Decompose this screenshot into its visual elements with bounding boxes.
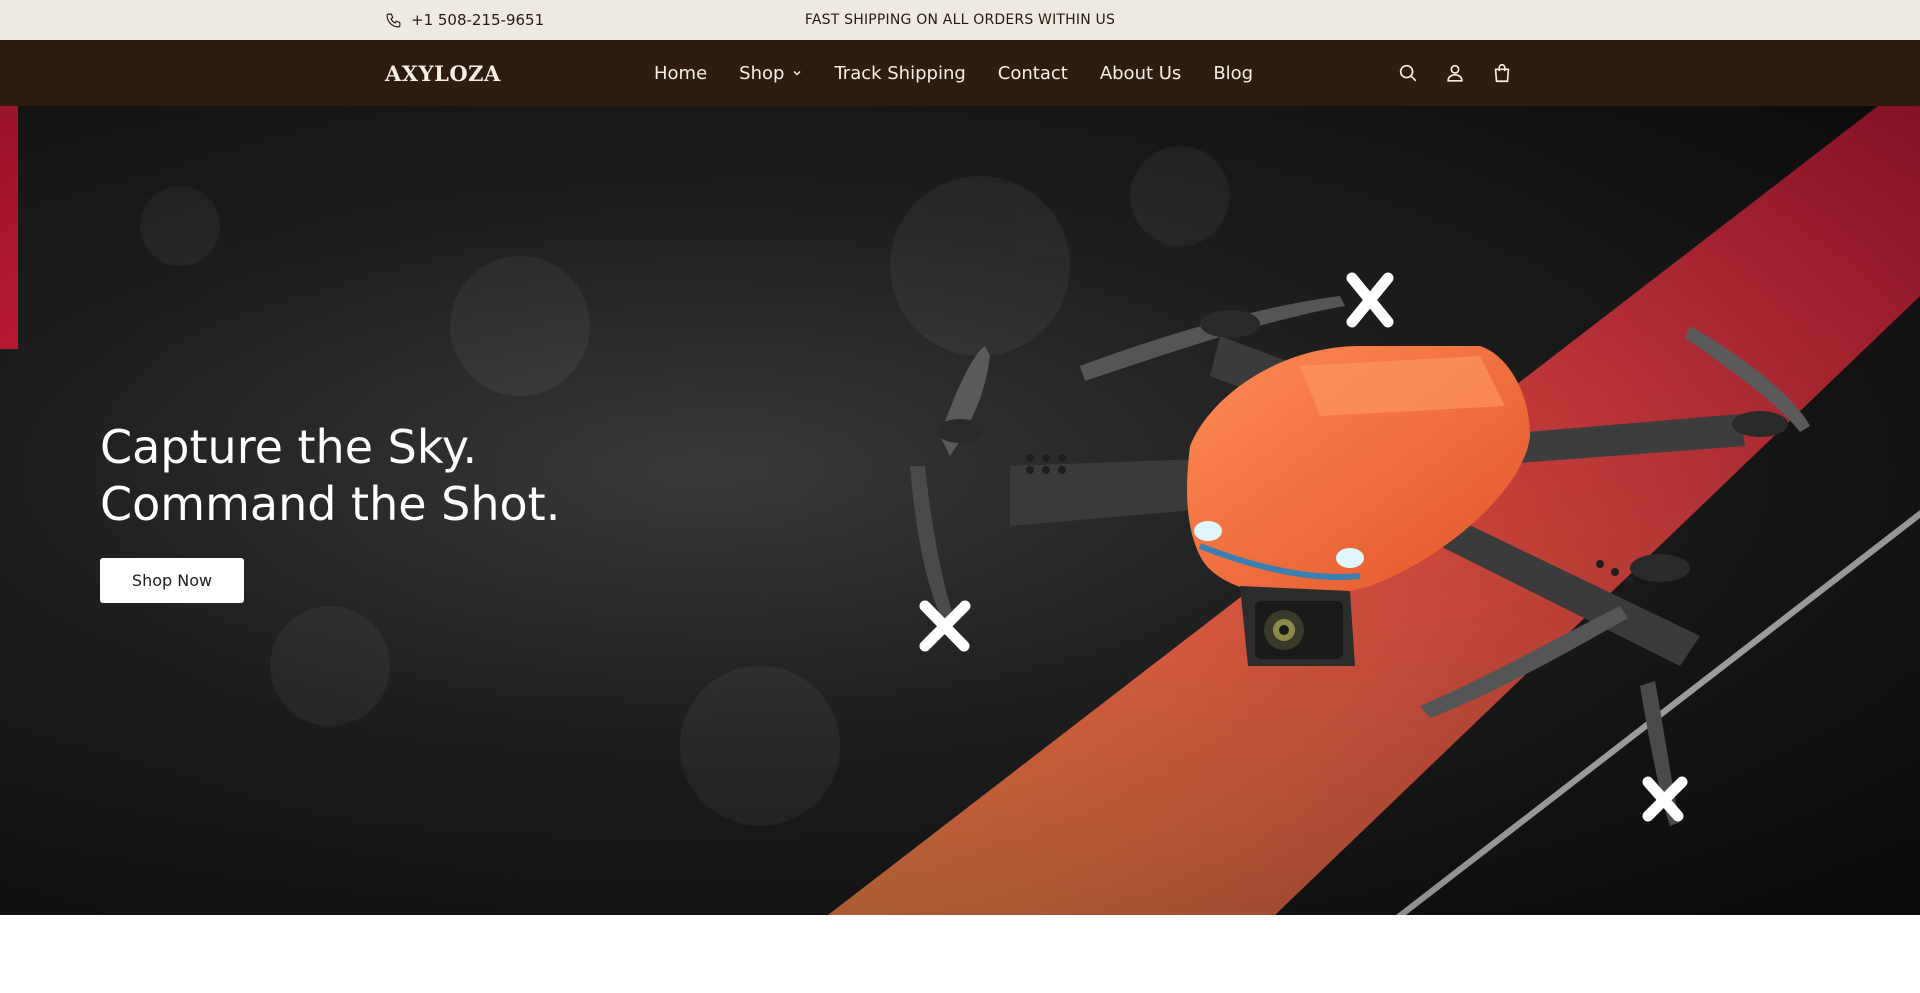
cart-button[interactable]: [1491, 62, 1513, 84]
search-icon: [1399, 64, 1417, 82]
hero-title-line-1: Capture the Sky.: [100, 420, 478, 474]
site-logo[interactable]: AXYLOZA: [385, 40, 501, 106]
nav-home[interactable]: Home: [654, 63, 707, 84]
site-header: AXYLOZA Home Shop Track Shipping Contact…: [0, 40, 1920, 106]
hero-title-line-2: Command the Shot.: [100, 477, 561, 531]
nav-contact-label: Contact: [997, 62, 1068, 84]
nav-contact[interactable]: Contact: [998, 63, 1068, 84]
nav-track-shipping-label: Track Shipping: [834, 62, 966, 84]
chevron-down-icon: [793, 70, 801, 76]
shop-now-button[interactable]: Shop Now: [100, 558, 244, 603]
announcement-bar: +1 508-215-9651 FAST SHIPPING ON ALL ORD…: [0, 0, 1920, 40]
nav-shop[interactable]: Shop: [739, 63, 802, 84]
nav-shop-label: Shop: [739, 62, 785, 84]
nav-blog[interactable]: Blog: [1213, 63, 1253, 84]
main-nav: Home Shop Track Shipping Contact About U…: [654, 40, 1253, 106]
account-icon: [1447, 64, 1463, 82]
shipping-announcement: FAST SHIPPING ON ALL ORDERS WITHIN US: [804, 12, 1116, 28]
header-icons: [1397, 40, 1513, 106]
nav-home-label: Home: [654, 62, 708, 84]
hero-banner: Capture the Sky. Command the Shot. Shop …: [0, 106, 1920, 915]
account-button[interactable]: [1444, 62, 1466, 84]
nav-track-shipping[interactable]: Track Shipping: [834, 63, 965, 84]
nav-blog-label: Blog: [1213, 62, 1254, 84]
content-section: [0, 915, 1920, 993]
nav-about-us[interactable]: About Us: [1100, 63, 1182, 84]
nav-about-us-label: About Us: [1099, 62, 1182, 84]
hero-title: Capture the Sky. Command the Shot.: [100, 419, 560, 533]
search-button[interactable]: [1397, 62, 1419, 84]
cart-icon: [1494, 63, 1510, 83]
